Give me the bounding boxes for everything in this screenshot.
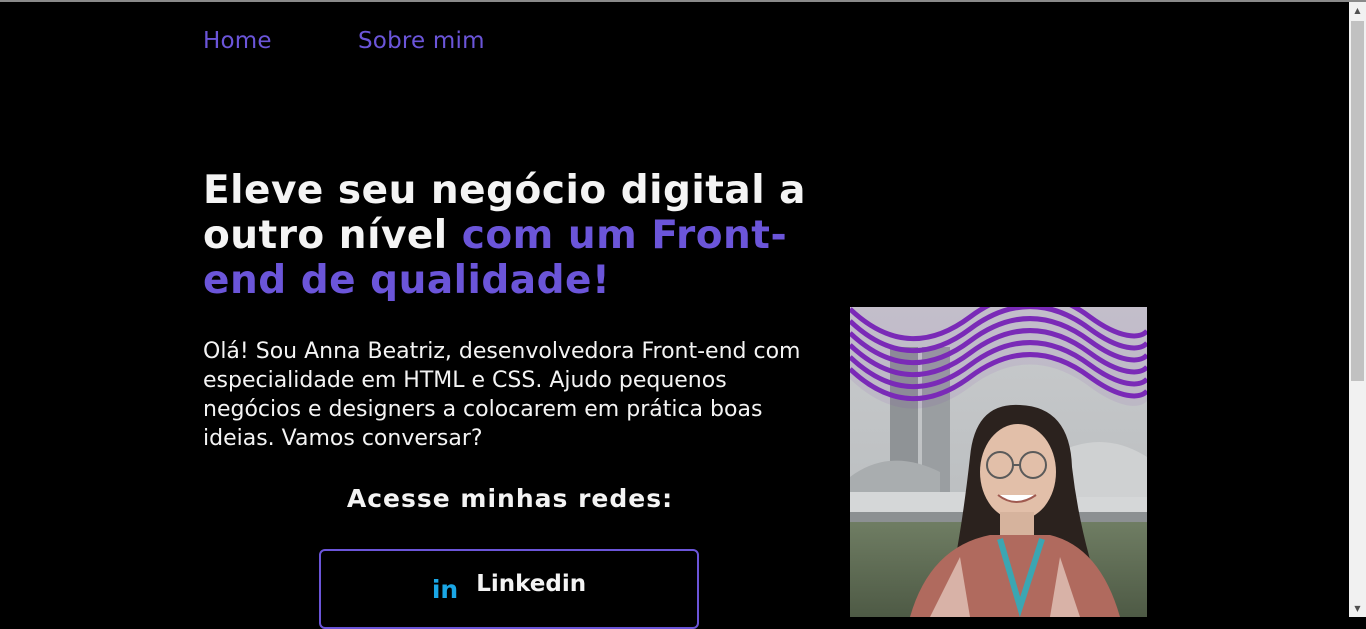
- scrollbar-thumb[interactable]: [1351, 21, 1364, 381]
- intro-paragraph: Olá! Sou Anna Beatriz, desenvolvedora Fr…: [203, 339, 801, 451]
- scroll-down-arrow-icon[interactable]: ▼: [1349, 600, 1366, 617]
- networks-title: Acesse minhas redes:: [346, 484, 674, 513]
- vertical-scrollbar[interactable]: ▲ ▼: [1349, 2, 1366, 617]
- window-top-border: [0, 0, 1366, 2]
- scroll-up-arrow-icon[interactable]: ▲: [1349, 2, 1366, 19]
- linkedin-icon: in: [431, 575, 459, 604]
- profile-photo-illustration: [850, 307, 1147, 617]
- profile-photo: [850, 307, 1147, 617]
- nav-link-home[interactable]: Home: [203, 28, 272, 54]
- linkedin-button-label: Linkedin: [476, 571, 587, 597]
- linkedin-button[interactable]: in Linkedin: [319, 549, 699, 629]
- nav-link-sobre-mim[interactable]: Sobre mim: [358, 28, 485, 54]
- hero-title: Eleve seu negócio digital a outro nível …: [203, 168, 823, 303]
